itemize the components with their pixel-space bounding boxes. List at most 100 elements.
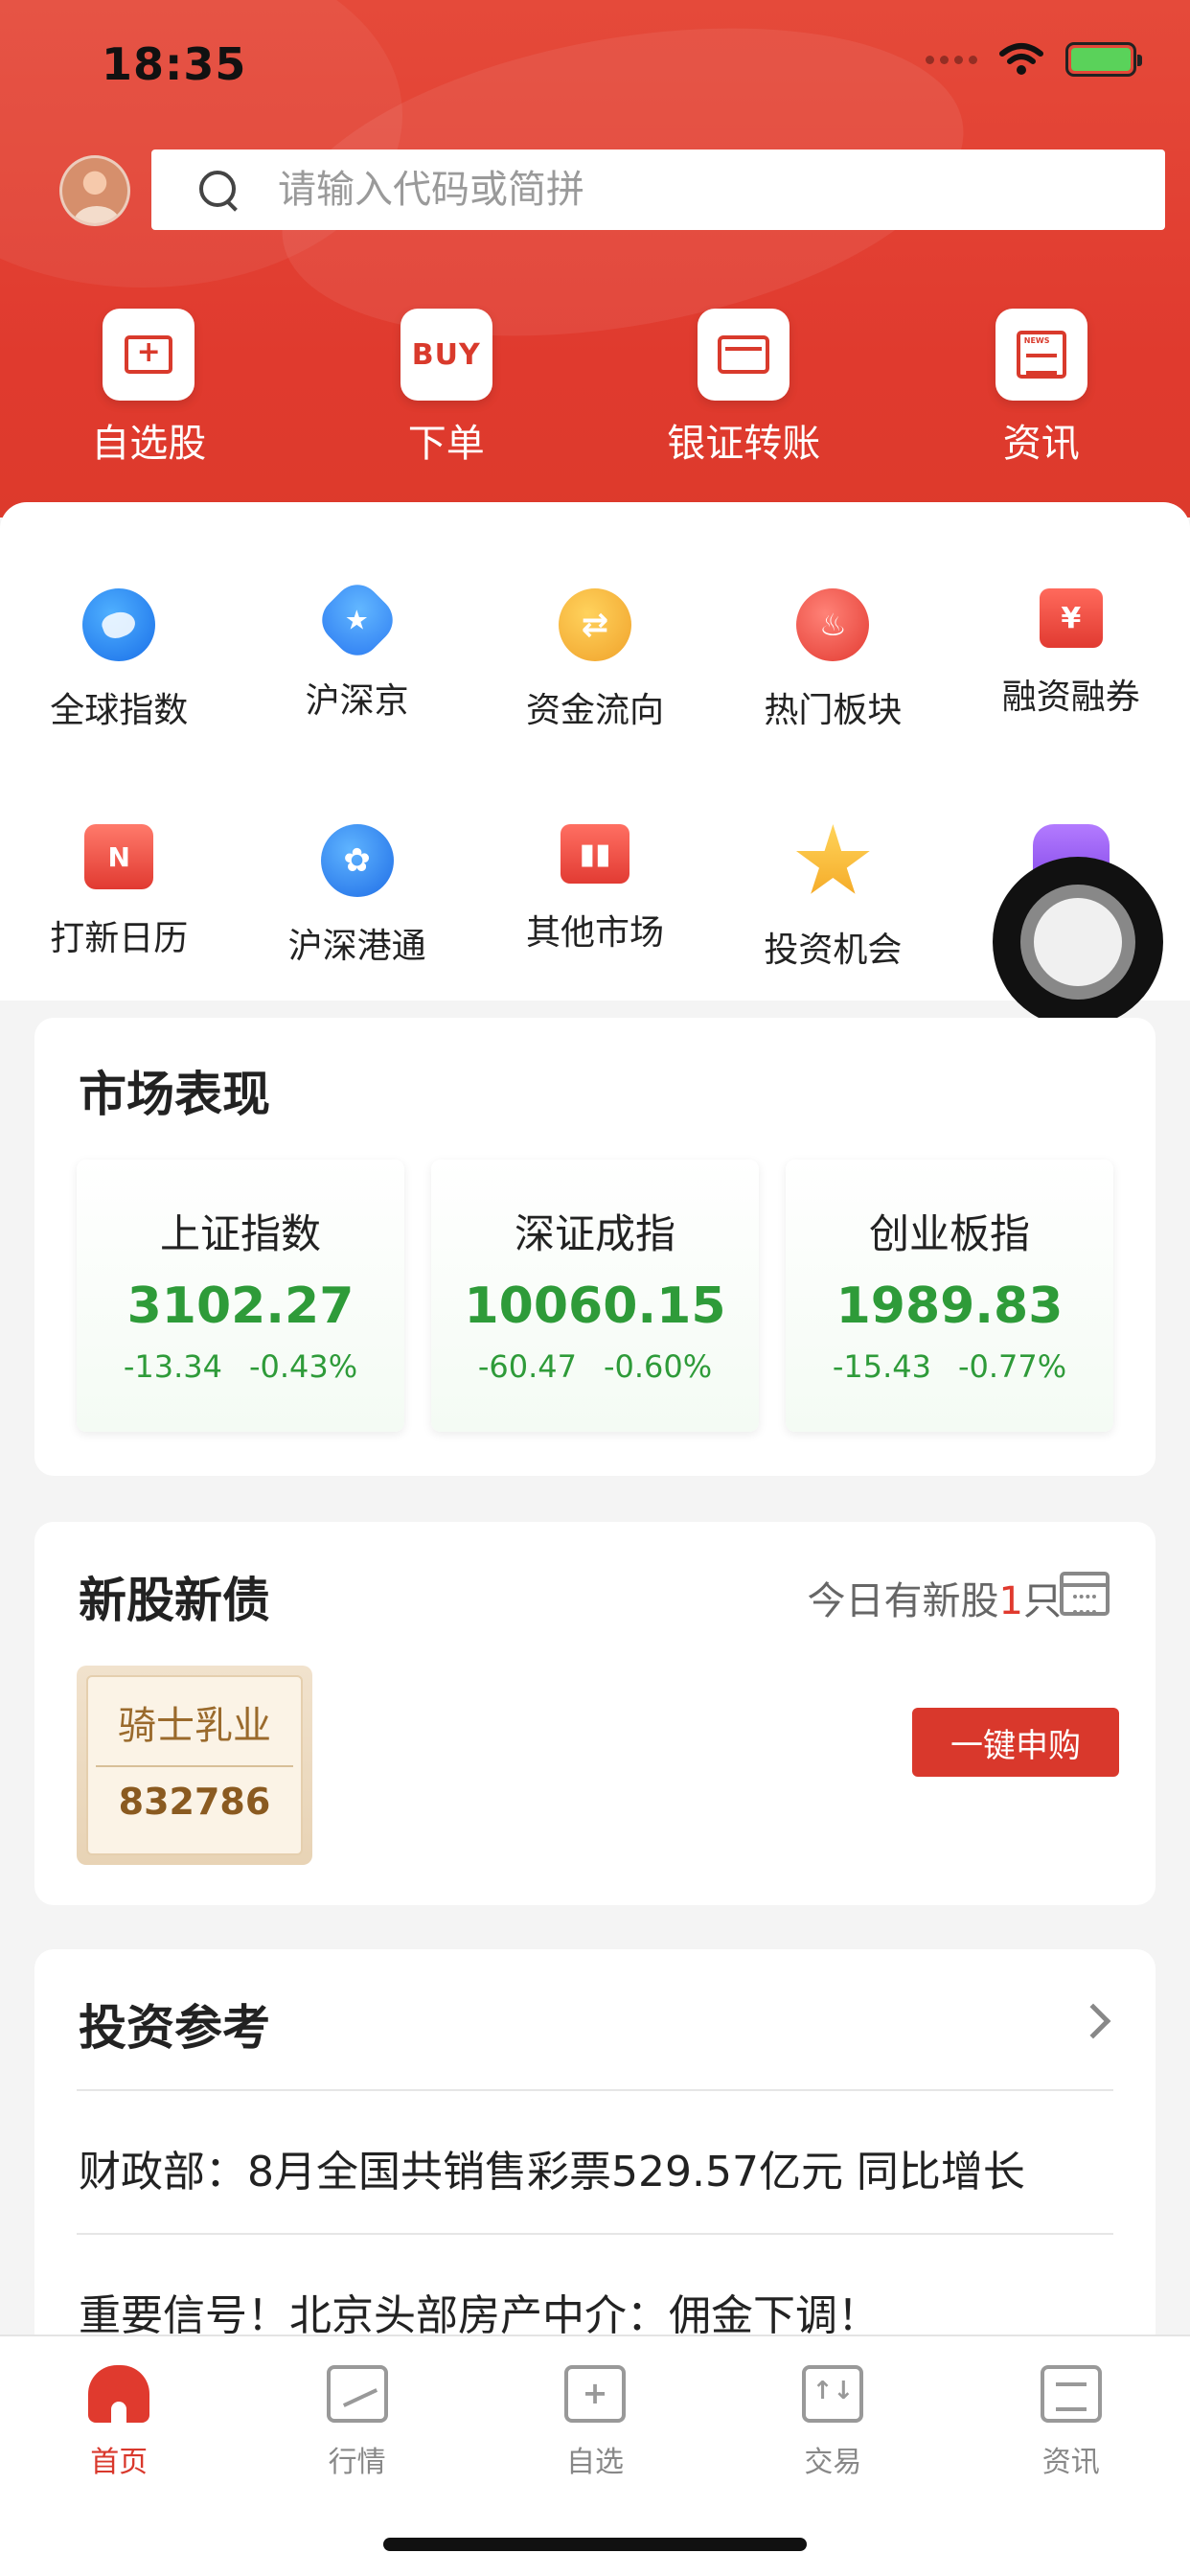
fire-icon: ♨ [796, 588, 870, 661]
star-icon: ★ [311, 575, 402, 665]
index-name: 上证指数 [159, 1210, 321, 1257]
status-icons [926, 42, 1142, 77]
index-change: -15.43 [832, 1348, 931, 1385]
index-change-pct: -0.60% [603, 1348, 713, 1385]
grid-item-label: 融资融券 [1001, 678, 1140, 717]
note-suffix: 只 [1023, 1579, 1062, 1623]
quick-action-transfer[interactable]: 银证转账 [595, 309, 893, 468]
index-name: 深证成指 [514, 1210, 675, 1257]
tab-label: 资讯 [1041, 2446, 1100, 2479]
calendar-icon[interactable] [1060, 1572, 1110, 1616]
investment-reference-card: 投资参考 财政部：8月全国共销售彩票529.57亿元 同比增长 重要信号！北京头… [34, 1949, 1156, 2390]
note-count: 1 [998, 1579, 1023, 1623]
quick-action-label: 下单 [407, 422, 485, 466]
quick-action-watchlist[interactable]: 自选股 [0, 309, 298, 468]
stock-code: 832786 [118, 1781, 271, 1823]
home-icon [88, 2365, 150, 2423]
index-change-pct: -0.43% [248, 1348, 358, 1385]
news-item[interactable]: 重要信号！北京头部房产中介：佣金下调！ [79, 2281, 1113, 2342]
note-prefix: 今日有新股 [807, 1579, 999, 1623]
search-bar[interactable] [151, 150, 1165, 230]
tab-news[interactable]: 资讯 [952, 2336, 1190, 2576]
tab-label: 自选 [565, 2446, 624, 2479]
flow-icon: ⇄ [558, 588, 631, 661]
grid-item-global-index[interactable]: 全球指数 [0, 588, 238, 732]
tab-label: 首页 [90, 2446, 149, 2479]
stock-name: 骑士乳业 [118, 1704, 271, 1748]
yuan-icon: ¥ [1039, 588, 1103, 648]
calendar-icon: N [84, 824, 154, 889]
grid-item-label: 其他市场 [525, 913, 664, 953]
grid-item-other-markets[interactable]: ▮▮ 其他市场 [476, 824, 714, 972]
grid-item-label: 沪深港通 [287, 927, 426, 966]
tab-label: 交易 [804, 2446, 862, 2479]
new-stock-card: 新股新债 今日有新股1只 骑士乳业 832786 一键申购 [34, 1522, 1156, 1905]
tab-home[interactable]: 首页 [0, 2336, 238, 2576]
quick-action-news[interactable]: 资讯 [893, 309, 1190, 468]
news-item[interactable]: 财政部：8月全国共销售彩票529.57亿元 同比增长 [79, 2137, 1113, 2198]
folder-plus-icon [563, 2365, 626, 2423]
header: 18:35 自选股 BUY 下单 银证转账 资讯 [0, 0, 1190, 518]
grid-item-hushen[interactable]: ★ 沪深京 [238, 575, 475, 732]
index-change-pct: -0.77% [957, 1348, 1067, 1385]
index-name: 创业板指 [868, 1210, 1030, 1257]
bar-chart-icon: ▮▮ [560, 824, 629, 884]
news-icon [995, 309, 1087, 401]
section-title: 市场表现 [79, 1067, 270, 1122]
search-icon [197, 169, 240, 211]
home-indicator[interactable] [383, 2538, 807, 2551]
quick-actions: 自选股 BUY 下单 银证转账 资讯 [0, 309, 1190, 468]
index-list: 上证指数 3102.27 -13.34 -0.43% 深证成指 10060.15 … [77, 1160, 1113, 1432]
news-icon [1040, 2365, 1102, 2423]
one-click-apply-button[interactable]: 一键申购 [912, 1708, 1119, 1777]
grid-item-fund-flow[interactable]: ⇄ 资金流向 [476, 588, 714, 732]
line-chart-icon [326, 2365, 388, 2423]
bauhinia-icon: ✿ [320, 824, 394, 897]
grid-item-connect[interactable]: ✿ 沪深港通 [238, 824, 475, 972]
section-title: 投资参考 [79, 2000, 270, 2056]
star-chart-icon [794, 824, 871, 901]
chevron-right-icon[interactable] [1075, 2003, 1111, 2039]
grid-item-label: 打新日历 [50, 919, 189, 958]
divider [77, 2089, 1113, 2091]
quick-action-label: 自选股 [91, 422, 207, 466]
index-card[interactable]: 上证指数 3102.27 -13.34 -0.43% [77, 1160, 404, 1432]
grid-item-label: 投资机会 [764, 931, 903, 970]
index-card[interactable]: 创业板指 1989.83 -15.43 -0.77% [786, 1160, 1113, 1432]
assistive-touch-button[interactable] [993, 857, 1163, 1027]
avatar[interactable] [59, 155, 130, 226]
index-value: 10060.15 [464, 1277, 726, 1335]
feature-grid-row: 全球指数 ★ 沪深京 ⇄ 资金流向 ♨ 热门板块 ¥ 融资融券 [0, 575, 1190, 732]
grid-item-opportunity[interactable]: 投资机会 [714, 824, 951, 972]
index-card[interactable]: 深证成指 10060.15 -60.47 -0.60% [431, 1160, 759, 1432]
grid-item-label: 沪深京 [305, 681, 409, 721]
battery-icon [1065, 42, 1142, 77]
quick-action-order[interactable]: BUY 下单 [298, 309, 596, 468]
tab-label: 行情 [328, 2446, 386, 2479]
grid-item-label: 资金流向 [525, 691, 664, 730]
status-time: 18:35 [102, 38, 247, 90]
search-input[interactable] [278, 168, 1044, 212]
index-change: -13.34 [123, 1348, 222, 1385]
grid-item-hot-sector[interactable]: ♨ 热门板块 [714, 588, 951, 732]
grid-item-label: 热门板块 [764, 691, 903, 730]
new-stock-tag[interactable]: 骑士乳业 832786 [77, 1666, 312, 1865]
grid-item-margin[interactable]: ¥ 融资融券 [952, 588, 1190, 732]
trade-icon [802, 2365, 864, 2423]
section-title: 新股新债 [79, 1573, 270, 1628]
market-performance-card: 市场表现 上证指数 3102.27 -13.34 -0.43% 深证成指 1006… [34, 1018, 1156, 1476]
buy-icon: BUY [400, 309, 492, 401]
divider [77, 2233, 1113, 2235]
index-change: -60.47 [477, 1348, 577, 1385]
grid-item-ipo-calendar[interactable]: N 打新日历 [0, 824, 238, 972]
index-value: 3102.27 [126, 1277, 355, 1335]
new-stock-note[interactable]: 今日有新股1只 [808, 1570, 1062, 1625]
quick-action-label: 资讯 [1002, 422, 1080, 466]
folder-plus-icon [103, 309, 195, 401]
grid-item-label: 全球指数 [50, 691, 189, 730]
wifi-icon [999, 43, 1043, 75]
signal-icon [926, 55, 977, 64]
index-value: 1989.83 [835, 1277, 1064, 1335]
globe-icon [82, 588, 156, 661]
quick-action-label: 银证转账 [667, 422, 821, 466]
